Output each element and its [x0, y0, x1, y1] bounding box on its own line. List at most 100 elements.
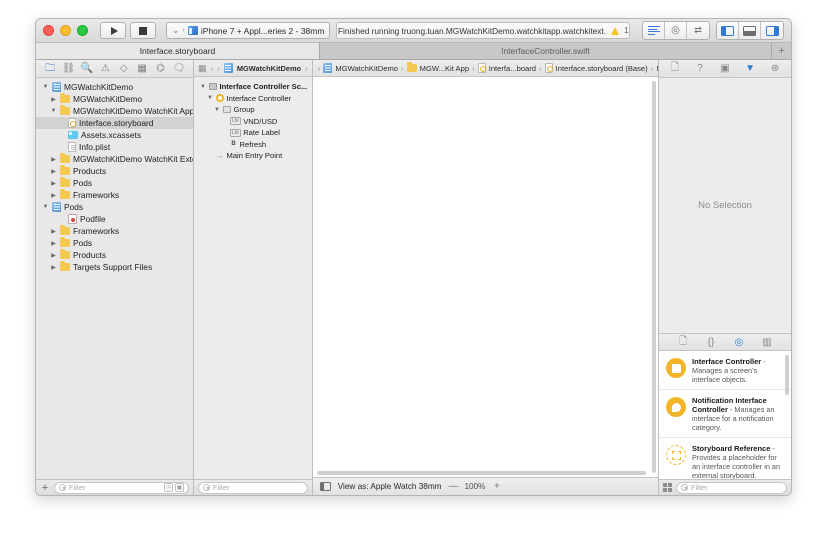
jumpbar-forward-icon[interactable]: › — [318, 64, 321, 73]
standard-editor-button[interactable] — [643, 22, 665, 39]
navigator-item[interactable]: ▶ Frameworks — [36, 225, 193, 237]
minimize-button[interactable] — [60, 25, 71, 36]
navigator-item[interactable]: ▶ MGWatchKitDemo — [36, 93, 193, 105]
identity-inspector-icon[interactable]: ▣ — [719, 63, 731, 75]
library-filter-field[interactable]: Filter — [676, 481, 787, 494]
outline-crumb-project[interactable]: MGWatchKitDemo — [237, 64, 301, 73]
file-inspector-icon[interactable]: 🗋 — [669, 62, 681, 75]
back-chevron-icon[interactable]: ‹ — [211, 64, 214, 73]
navigator-item[interactable]: Podfile — [36, 213, 193, 225]
disclosure-triangle[interactable]: ▶ — [50, 228, 57, 235]
disclosure-triangle[interactable]: ▼ — [207, 95, 214, 101]
library-item[interactable]: Interface Controller - Manages a screen'… — [659, 351, 791, 390]
navigator-item[interactable]: Info.plist — [36, 141, 193, 153]
disclosure-triangle[interactable]: ▶ — [50, 168, 57, 175]
navigator-item[interactable]: ▶ Pods — [36, 177, 193, 189]
disclosure-triangle[interactable]: ▼ — [200, 84, 207, 90]
zoom-out-button[interactable]: — — [449, 481, 459, 492]
object-library-list[interactable]: Interface Controller - Manages a screen'… — [659, 351, 791, 479]
file-template-library-icon[interactable]: 🗋 — [677, 336, 689, 348]
outline-filter-field[interactable]: Filter — [198, 481, 308, 494]
version-editor-button[interactable]: ⇄ — [687, 22, 709, 39]
zoom-button[interactable] — [77, 25, 88, 36]
navigator-item[interactable]: ▶ Products — [36, 249, 193, 261]
find-navigator-icon[interactable]: 🔍 — [80, 62, 93, 75]
library-view-toggle-icon[interactable] — [663, 483, 673, 492]
disclosure-triangle[interactable]: ▶ — [50, 180, 57, 187]
report-navigator-icon[interactable]: 🗨 — [172, 62, 185, 75]
navigator-item[interactable]: ▶ Pods — [36, 237, 193, 249]
breakpoint-navigator-icon[interactable]: ⌬ — [154, 62, 167, 75]
source-control-filter-icon[interactable]: ▣ — [175, 483, 184, 492]
scheme-selector[interactable]: ⌄ › iPhone 7 + Appl...eries 2 - 38mm — [166, 22, 331, 39]
navigator-item[interactable]: Interface.storyboard — [36, 117, 193, 129]
disclosure-triangle[interactable]: ▶ — [50, 192, 57, 199]
forward-chevron-icon[interactable]: › — [217, 64, 220, 73]
canvas-horizontal-scrollbar[interactable] — [316, 471, 647, 475]
navigator-item[interactable]: ▼ MGWatchKitDemo WatchKit App — [36, 105, 193, 117]
project-tree[interactable]: ▼ MGWatchKitDemo ▶ MGWatchKitDemo ▼ MGWatchKi… — [36, 78, 193, 479]
disclosure-triangle[interactable]: ▶ — [50, 252, 57, 259]
disclosure-triangle[interactable]: ▶ — [50, 240, 57, 247]
crumb-file[interactable]: Interfa...board — [489, 64, 536, 73]
library-item[interactable]: Storyboard Reference - Provides a placeh… — [659, 438, 791, 479]
crumb-base[interactable]: Interface.storyboard (Base) — [556, 64, 648, 73]
navigator-item[interactable]: ▼ Pods — [36, 201, 193, 213]
stop-button[interactable] — [130, 22, 156, 39]
add-file-button[interactable]: + — [40, 482, 50, 494]
navigator-item[interactable]: ▶ Products — [36, 165, 193, 177]
test-navigator-icon[interactable]: ◇ — [117, 62, 130, 75]
toggle-navigator-button[interactable] — [717, 22, 739, 39]
code-snippet-library-icon[interactable]: {} — [705, 336, 717, 348]
source-control-navigator-icon[interactable]: ⛓ — [62, 62, 75, 75]
outline-item[interactable]: B Refresh — [194, 139, 312, 151]
navigator-filter-field[interactable]: Filter ◷ ▣ — [54, 481, 189, 494]
device-config-icon[interactable] — [319, 482, 331, 491]
disclosure-triangle[interactable]: ▶ — [50, 96, 57, 103]
canvas-vertical-scrollbar[interactable] — [652, 81, 657, 473]
outline-item[interactable]: Lbl VND/USD — [194, 116, 312, 128]
debug-navigator-icon[interactable]: ▦ — [136, 62, 149, 75]
run-button[interactable] — [100, 22, 126, 39]
size-inspector-icon[interactable]: ⊛ — [769, 63, 781, 75]
project-navigator-icon[interactable]: 🗀 — [44, 62, 57, 75]
object-library-icon[interactable]: ◎ — [733, 336, 745, 348]
outline-item[interactable]: ▼ Group — [194, 104, 312, 116]
crumb-project[interactable]: MGWatchKitDemo — [335, 64, 398, 73]
navigator-item[interactable]: ▶ MGWatchKitDemo WatchKit Extension — [36, 153, 193, 165]
storyboard-canvas[interactable]: 10:09 VND/USD 0.0 Refresh — [312, 77, 659, 477]
disclosure-triangle[interactable]: ▶ — [50, 264, 57, 271]
tab-interface-storyboard[interactable]: Interface.storyboard — [36, 43, 319, 59]
outline-item[interactable]: ▼ Interface Controller — [194, 93, 312, 105]
attributes-inspector-icon[interactable]: ▼ — [744, 63, 756, 75]
navigator-item[interactable]: Assets.xcassets — [36, 129, 193, 141]
tab-interfacecontroller-swift[interactable]: InterfaceController.swift — [319, 43, 771, 59]
outline-item[interactable]: ▼ Interface Controller Sc... — [194, 81, 312, 93]
zoom-level[interactable]: 100% — [465, 482, 486, 491]
disclosure-triangle[interactable]: ▼ — [214, 107, 221, 113]
disclosure-triangle[interactable]: ▼ — [50, 108, 57, 114]
outline-item[interactable]: → Main Entry Point — [194, 150, 312, 162]
recent-files-filter-icon[interactable]: ◷ — [164, 483, 173, 492]
navigator-item[interactable]: ▶ Targets Support Files — [36, 261, 193, 273]
issue-navigator-icon[interactable]: ⚠ — [99, 62, 112, 75]
toggle-utilities-button[interactable] — [761, 22, 783, 39]
navigator-item[interactable]: ▼ MGWatchKitDemo — [36, 81, 193, 93]
library-item[interactable]: Notification Interface Controller - Mana… — [659, 390, 791, 438]
outline-tree[interactable]: ▼ Interface Controller Sc... ▼ Interface Co… — [194, 77, 312, 479]
navigator-item[interactable]: ▶ Frameworks — [36, 189, 193, 201]
disclosure-triangle[interactable]: ▼ — [42, 84, 49, 90]
zoom-in-button[interactable]: + — [492, 481, 501, 492]
assistant-editor-button[interactable]: ◎ — [665, 22, 687, 39]
crumb-group[interactable]: MGW...Kit App — [420, 64, 469, 73]
disclosure-triangle[interactable]: ▼ — [42, 204, 49, 210]
library-scrollbar[interactable] — [785, 355, 789, 395]
disclosure-triangle[interactable]: ▶ — [50, 156, 57, 163]
toggle-debug-button[interactable] — [739, 22, 761, 39]
close-button[interactable] — [43, 25, 54, 36]
media-library-icon[interactable]: ▥ — [761, 336, 773, 348]
outline-grid-icon[interactable]: ▦ — [198, 63, 207, 74]
view-as-label[interactable]: View as: Apple Watch 38mm — [338, 482, 442, 491]
add-tab-button[interactable]: + — [771, 43, 791, 59]
outline-item[interactable]: Lbl Rate Label — [194, 127, 312, 139]
